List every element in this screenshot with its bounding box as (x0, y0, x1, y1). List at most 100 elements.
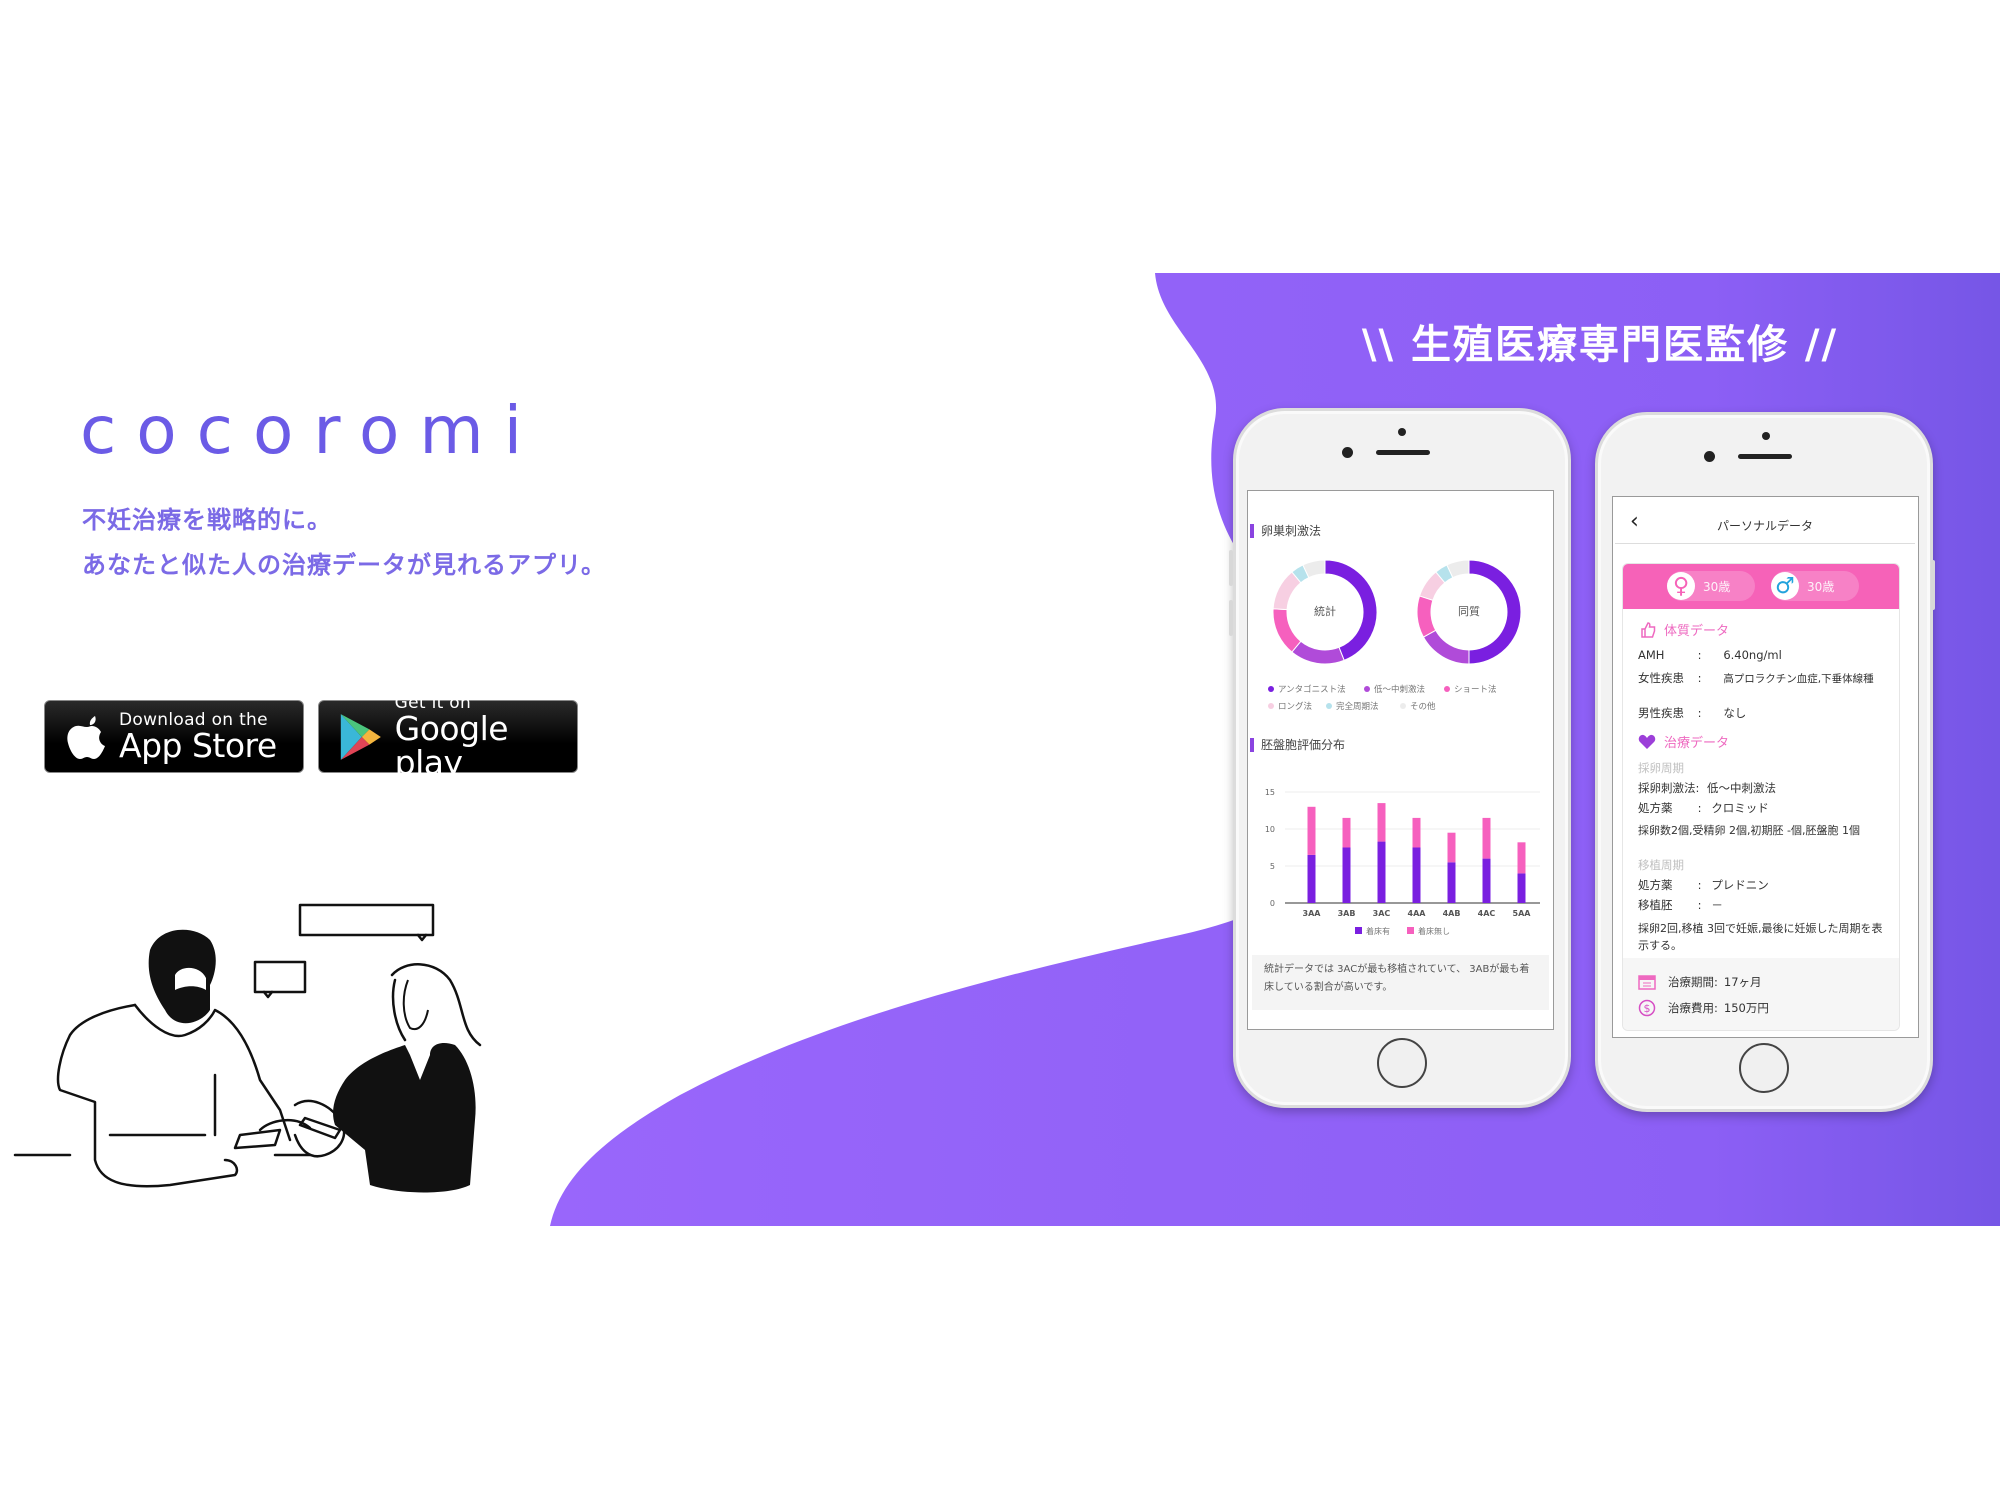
legend-swatch (1407, 927, 1414, 934)
y-tick-label: 10 (1265, 825, 1275, 834)
duration-value: 17ヶ月 (1723, 975, 1762, 989)
bar-4AC-not-implanted (1482, 817, 1491, 859)
legend-swatch (1268, 686, 1274, 692)
duration-label: 治療期間: (1668, 975, 1718, 989)
sensor-dot (1398, 428, 1406, 436)
legend-item: ロング法 (1268, 700, 1326, 712)
google-play-button[interactable]: Get it on Google play (318, 694, 578, 779)
stimulation-donut-charts (1272, 559, 1522, 665)
duration-row: 治療期間: 17ヶ月 (1638, 974, 1762, 990)
section-marker (1250, 523, 1254, 538)
dollar-icon: $ (1638, 999, 1656, 1017)
female-age: 30歳 (1703, 579, 1731, 594)
heart-icon (1638, 734, 1656, 749)
transfer-embryo-label: 移植胚 (1638, 898, 1673, 912)
legend-item: 完全周期法 (1326, 700, 1400, 712)
bar-3AA-not-implanted (1307, 806, 1316, 855)
earpiece-speaker (1376, 450, 1430, 455)
chevron-left-icon[interactable]: ‹ (1630, 509, 1639, 534)
tagline-line-1: 不妊治療を戦略的に。 (82, 506, 332, 534)
female-age-pill: ♀ 30歳 (1667, 571, 1755, 601)
male-disease-label: 男性疾患 (1638, 706, 1684, 720)
sensor-dot (1762, 432, 1770, 440)
physique-section-title: 体質データ (1640, 620, 1729, 639)
legend-label: 低～中刺激法 (1374, 685, 1426, 695)
male-icon: ♂ (1771, 572, 1799, 600)
transfer-cycle-label: 移植周期 (1638, 858, 1684, 872)
stim-value: 低～中刺激法 (1707, 781, 1777, 795)
app-store-button[interactable]: Download on the App Store (44, 700, 304, 773)
front-camera (1342, 447, 1353, 458)
legend-swatch (1355, 927, 1362, 934)
google-play-big-label: Google play (394, 708, 509, 782)
legend-label: ロング法 (1278, 702, 1313, 712)
retrieval-cycle-label: 採卵周期 (1638, 761, 1684, 775)
prescription-row-2: 処方薬 : プレドニン (1638, 877, 1769, 893)
section-marker (1250, 737, 1254, 752)
donut-2-center-label: 同質 (1458, 605, 1480, 618)
x-tick-label: 4AB (1443, 909, 1461, 918)
x-tick-label: 3AB (1338, 909, 1356, 918)
home-button[interactable] (1377, 1038, 1427, 1088)
physique-title-text: 体質データ (1664, 624, 1730, 639)
app-store-big-label: App Store (119, 725, 277, 765)
x-tick-label: 5AA (1513, 909, 1532, 918)
section-title-text: 卵巣刺激法 (1261, 524, 1322, 538)
legend-label: その他 (1410, 702, 1436, 712)
speech-bubble-small (253, 960, 307, 994)
colon: : (1697, 801, 1702, 815)
female-disease-row: 女性疾患 : 高プロラクチン血症,下垂体線種 (1638, 670, 1874, 686)
bar-4AC-implanted (1482, 858, 1491, 903)
supervision-heading: \\ 生殖医療専門医監修 // (1361, 322, 1839, 368)
front-camera (1704, 451, 1715, 462)
legend-item: ショート法 (1444, 683, 1504, 695)
rx-label: 処方薬 (1638, 878, 1673, 892)
home-button[interactable] (1739, 1043, 1789, 1093)
treatment-section-title: 治療データ (1638, 732, 1729, 751)
card-header: ♀ 30歳 ♂ 30歳 (1623, 564, 1899, 609)
x-tick-label: 4AA (1408, 909, 1427, 918)
colon: : (1697, 648, 1702, 662)
legend-label: 着床有 (1366, 926, 1390, 936)
volume-button (1229, 550, 1233, 586)
bar-4AA-not-implanted (1412, 817, 1421, 848)
legend-swatch (1326, 703, 1332, 709)
colon: : (1697, 671, 1702, 685)
colon: : (1697, 878, 1702, 892)
nav-title: パーソナルデータ (1716, 519, 1813, 533)
y-tick-label: 15 (1265, 788, 1275, 797)
legend-label: 着床無し (1418, 926, 1450, 936)
x-tick-label: 4AC (1478, 909, 1496, 918)
female-disease-label: 女性疾患 (1638, 671, 1684, 685)
colon: : (1697, 898, 1702, 912)
donut-2-slice-3 (1416, 595, 1437, 638)
female-disease-value: 高プロラクチン血症,下垂体線種 (1723, 673, 1874, 685)
rx-value: クロミッド (1711, 801, 1769, 815)
section-title-text: 胚盤胞評価分布 (1261, 738, 1346, 752)
speech-bubble-large (298, 903, 435, 937)
card-footer (1623, 958, 1899, 1030)
x-tick-label: 3AC (1373, 909, 1391, 918)
male-age-pill: ♂ 30歳 (1771, 571, 1859, 601)
donut-1-center-label: 統計 (1314, 605, 1336, 618)
amh-row: AMH : 6.40ng/ml (1638, 648, 1782, 662)
prescription-row-1: 処方薬 : クロミッド (1638, 800, 1769, 816)
nav-divider (1615, 543, 1915, 544)
bar-5AA-not-implanted (1517, 842, 1526, 874)
legend-swatch (1400, 703, 1406, 709)
transfer-embryo-row: 移植胚 : － (1638, 897, 1723, 913)
blastocyst-bar-chart: 0 5 10 15 3AA 3AB 3AC 4AA 4AB 4AC 5AA 着床有 着床無し (1265, 788, 1540, 936)
y-tick-label: 0 (1270, 899, 1275, 908)
retrieval-summary: 採卵数2個,受精卵 2個,初期胚 -個,胚盤胞 1個 (1638, 824, 1860, 837)
male-disease-value: なし (1723, 706, 1747, 720)
cost-row: $ 治療費用: 150万円 (1638, 999, 1769, 1017)
x-tick-label: 3AA (1303, 909, 1322, 918)
section-title-blastocyst: 胚盤胞評価分布 (1250, 736, 1345, 753)
transfer-embryo-value: － (1711, 898, 1723, 912)
rx-label: 処方薬 (1638, 801, 1673, 815)
section-title-stimulation: 卵巣刺激法 (1250, 522, 1321, 539)
rx-value: プレドニン (1711, 878, 1769, 892)
power-button (1931, 560, 1935, 610)
bar-3AC-not-implanted (1377, 803, 1386, 842)
legend-swatch (1444, 686, 1450, 692)
